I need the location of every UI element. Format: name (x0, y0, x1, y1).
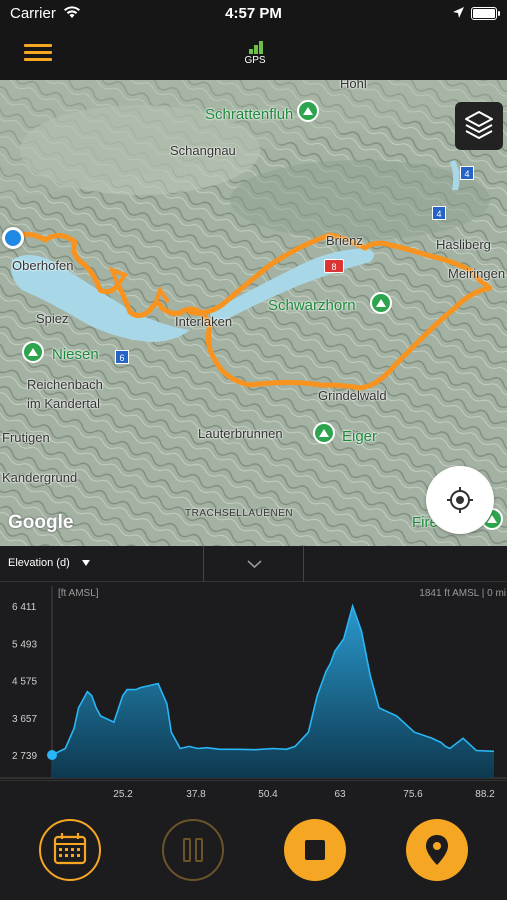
metric-dropdown[interactable]: Elevation (d) (0, 546, 203, 582)
elevation-plot: [ft AMSL] 1841 ft AMSL | 0 mi 6 411 5 493… (0, 586, 507, 779)
y-tick-label: 3 657 (12, 714, 37, 725)
road-shield: 6 (115, 350, 129, 364)
x-tick-label: 63 (334, 789, 346, 800)
place-lauterbrunnen: Lauterbrunnen (198, 426, 283, 441)
place-reichenbach: Reichenbach (27, 377, 103, 392)
map-pin-icon (426, 835, 448, 865)
add-waypoint-button[interactable] (406, 819, 468, 881)
place-spiez: Spiez (36, 311, 69, 326)
calendar-button[interactable] (39, 819, 101, 881)
place-meiringen: Meiringen (448, 266, 506, 281)
crosshair-icon (447, 487, 473, 513)
place-trachsellauenen: TRACHSELLAUENEN (185, 508, 294, 519)
dropdown-triangle-icon (81, 560, 90, 567)
peak-icon (297, 100, 319, 122)
place-brienz: Brienz (326, 233, 363, 248)
peak-icon (313, 422, 335, 444)
place-schangnau: Schangnau (170, 143, 236, 158)
x-tick-label: 37.8 (186, 789, 206, 800)
x-tick-label: 75.6 (403, 789, 423, 800)
y-tick-label: 5 493 (12, 639, 37, 650)
place-hohl: Hohl (340, 80, 367, 91)
calendar-icon (53, 833, 87, 865)
elevation-chart[interactable]: [ft AMSL] 1841 ft AMSL | 0 mi 6 411 5 493… (0, 582, 507, 780)
elevation-area (52, 606, 494, 778)
gps-signal-icon (240, 38, 270, 54)
x-tick-label: 25.2 (113, 789, 133, 800)
peak-icon (22, 341, 44, 363)
place-schrattenfluh: Schrattenfluh (205, 106, 294, 123)
current-position-marker (2, 227, 24, 249)
status-bar: Carrier 4:57 PM (0, 0, 507, 28)
place-schwarzhorn: Schwarzhorn (268, 297, 356, 314)
menu-button[interactable] (24, 42, 52, 64)
gps-label: GPS (244, 55, 266, 66)
pause-button[interactable] (162, 819, 224, 881)
place-eiger: Eiger (342, 428, 378, 445)
expand-chart-button[interactable] (203, 546, 304, 582)
x-tick-label: 50.4 (258, 789, 278, 800)
bottom-bar: 25.2 37.8 50.4 63 75.6 88.2 (0, 780, 507, 900)
chevron-down-icon (247, 560, 262, 569)
position-marker (47, 750, 57, 760)
x-axis-ticks: 25.2 37.8 50.4 63 75.6 88.2 (113, 789, 495, 800)
place-grindelwald: Grindelwald (318, 388, 387, 403)
place-hasliberg: Hasliberg (436, 237, 491, 252)
map-view[interactable]: Hohl Schrattenfluh Schangnau Brienz Hasl… (0, 80, 507, 546)
road-shield: 8 (324, 259, 344, 273)
place-frutigen: Frutigen (2, 430, 50, 445)
road-shield: 4 (460, 166, 474, 180)
x-tick-label: 88.2 (475, 789, 495, 800)
place-kandergrund: Kandergrund (2, 470, 78, 485)
stop-button[interactable] (284, 819, 346, 881)
place-interlaken: Interlaken (175, 314, 233, 329)
place-oberhofen: Oberhofen (12, 258, 74, 273)
place-niesen: Niesen (52, 346, 99, 363)
top-bar: GPS (0, 28, 507, 80)
layers-button[interactable] (455, 102, 503, 150)
metric-label: Elevation (d) (8, 557, 70, 569)
layers-icon (465, 111, 493, 139)
unit-label: [ft AMSL] (58, 588, 99, 599)
place-im-kandertal: im Kandertal (27, 396, 100, 411)
battery-icon (471, 7, 500, 20)
stop-icon (305, 840, 325, 860)
google-logo: Google (8, 512, 74, 533)
position-readout: 1841 ft AMSL | 0 mi (419, 588, 506, 599)
clock: 4:57 PM (225, 5, 282, 22)
road-shield: 4 (432, 206, 446, 220)
location-arrow-icon (453, 7, 464, 18)
gps-indicator: GPS (240, 38, 270, 70)
y-tick-label: 6 411 (12, 602, 37, 613)
pause-icon (183, 838, 203, 862)
y-tick-label: 2 739 (12, 751, 37, 762)
peak-icon (370, 292, 392, 314)
chart-header: Elevation (d) (0, 546, 507, 582)
locate-me-button[interactable] (426, 466, 494, 534)
y-tick-label: 4 575 (12, 677, 37, 688)
